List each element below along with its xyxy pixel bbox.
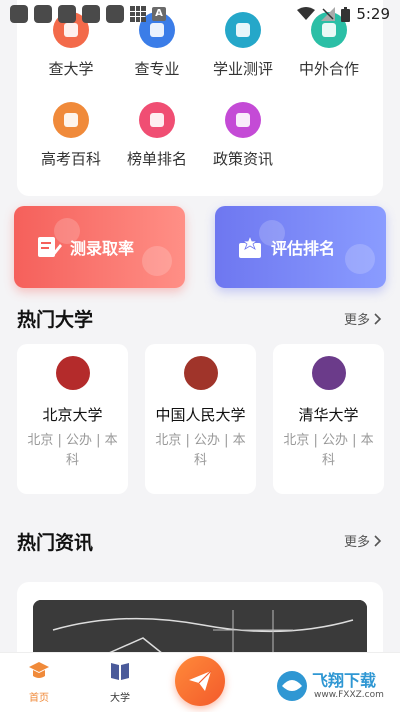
category-label: 学业测评 xyxy=(212,60,273,78)
university-logo xyxy=(311,356,346,390)
notification-icon xyxy=(106,5,124,23)
university-card-ruc[interactable]: 中国人民大学 北京 | 公办 | 本科 xyxy=(145,344,256,494)
more-label: 更多 xyxy=(343,535,370,550)
category-label: 榜单排名 xyxy=(126,150,187,168)
ranking-banner[interactable]: 评估排名 xyxy=(215,206,386,288)
signal-icon xyxy=(321,7,336,21)
nav-label: 首页 xyxy=(29,693,49,704)
university-name: 北京大学 xyxy=(42,406,103,424)
wifi-icon xyxy=(297,7,316,20)
a-icon: A xyxy=(152,7,166,21)
chevron-right-icon xyxy=(374,534,382,547)
notification-icons: A xyxy=(10,5,166,23)
category-item-policy[interactable]: 政策资讯 xyxy=(203,102,283,169)
nav-university[interactable]: 大学 xyxy=(95,661,145,704)
watermark-url: www.FXXZ.com xyxy=(314,690,384,700)
category-item-encyclopedia[interactable]: 高考百科 xyxy=(31,102,111,169)
watermark-text: 飞翔下载 xyxy=(312,671,377,690)
more-label: 更多 xyxy=(343,313,370,328)
university-card-thu[interactable]: 清华大学 北京 | 公办 | 本科 xyxy=(273,344,384,494)
category-label: 查大学 xyxy=(48,60,94,78)
notification-icon xyxy=(10,5,28,23)
category-item-ranking[interactable]: 榜单排名 xyxy=(117,102,197,169)
university-meta: 北京 | 公办 | 本科 xyxy=(155,433,246,468)
banner-label: 测录取率 xyxy=(70,239,135,258)
nav-label: 大学 xyxy=(110,693,130,704)
watermark-logo: 飞翔下载 www.FXXZ.com xyxy=(274,664,394,708)
university-meta: 北京 | 公办 | 本科 xyxy=(283,433,374,468)
bar-chart-icon xyxy=(139,102,175,138)
shield-icon xyxy=(53,102,89,138)
university-logo xyxy=(55,356,90,390)
chevron-right-icon xyxy=(374,312,382,325)
category-label: 查专业 xyxy=(134,60,180,78)
send-button[interactable] xyxy=(175,656,225,706)
hot-universities-title: 热门大学 xyxy=(17,309,94,331)
hot-news-more[interactable]: 更多 xyxy=(344,531,382,550)
category-label: 政策资讯 xyxy=(212,150,273,168)
university-name: 中国人民大学 xyxy=(155,406,246,424)
notification-icon xyxy=(82,5,100,23)
admission-rate-banner[interactable]: 测录取率 xyxy=(14,206,185,288)
notification-icon xyxy=(58,5,76,23)
app-grid-icon xyxy=(130,6,146,22)
paper-plane-icon xyxy=(189,670,212,691)
battery-icon xyxy=(341,6,351,22)
book-icon xyxy=(111,663,129,680)
graduation-cap-icon xyxy=(29,662,49,678)
university-logo xyxy=(183,356,218,390)
hot-universities-more[interactable]: 更多 xyxy=(344,309,382,328)
clock: 5:29 xyxy=(356,5,390,23)
university-name: 清华大学 xyxy=(298,406,359,424)
status-bar: A 5:29 xyxy=(0,0,400,28)
category-card: 查大学 查专业 学业测评 中外合作 高考百科 榜单排名 政策资讯 xyxy=(17,0,383,196)
notification-icon xyxy=(34,5,52,23)
category-label: 高考百科 xyxy=(40,150,101,168)
university-meta: 北京 | 公办 | 本科 xyxy=(27,433,118,468)
category-label: 中外合作 xyxy=(298,60,359,78)
nav-home[interactable]: 首页 xyxy=(14,661,64,704)
document-icon xyxy=(225,102,261,138)
hot-news-title: 热门资讯 xyxy=(17,532,94,554)
university-card-pku[interactable]: 北京大学 北京 | 公办 | 本科 xyxy=(17,344,128,494)
